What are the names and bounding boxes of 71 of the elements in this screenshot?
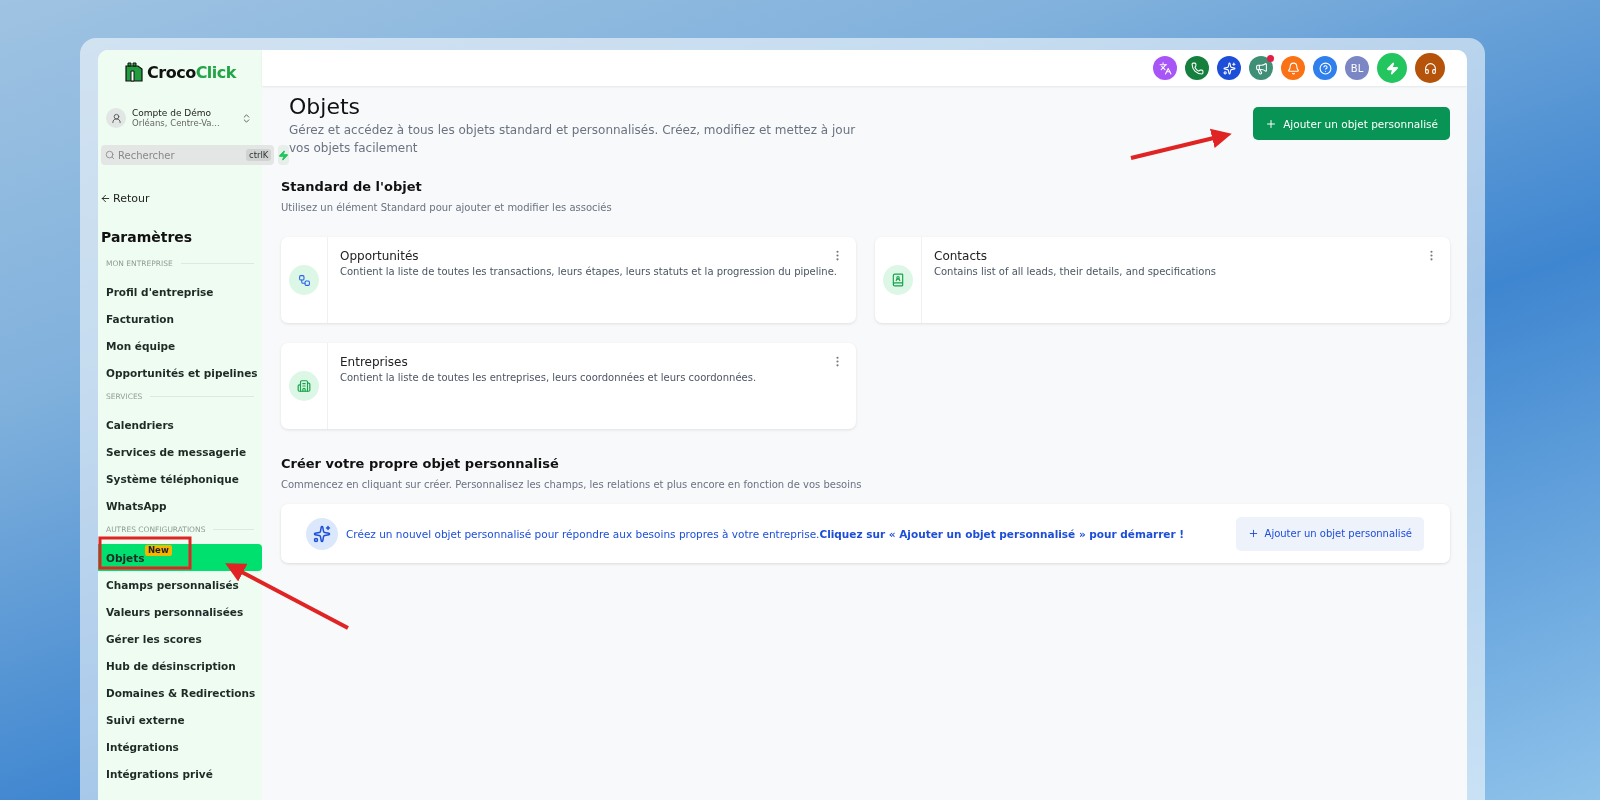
nodes-icon (297, 273, 311, 287)
section-title: Standard de l'objet (281, 179, 423, 194)
card-description: Contains list of all leads, their details, and specifications (934, 266, 1217, 277)
sidebar-item[interactable]: Intégrations (98, 733, 262, 760)
toolbar-button[interactable] (1249, 56, 1273, 80)
back-link[interactable]: Retour (100, 192, 262, 205)
sidebar-item[interactable]: WhatsApp (98, 492, 262, 519)
sidebar-item[interactable]: Objets New (98, 544, 262, 571)
sidebar-item[interactable]: Intégrations privé (98, 760, 262, 787)
object-card[interactable]: Opportunités Contient la liste de toutes les transactions, leurs étapes, leurs statuts et la progression du pipeline. (281, 237, 856, 323)
sidebar-item[interactable]: Champs personnalisés (98, 571, 262, 598)
bell-icon (1286, 61, 1300, 75)
account-location: Orléans, Centre-Va... (132, 118, 221, 128)
section-subtitle: Commencez en cliquant sur créer. Personnalisez les champs, les relations et plus encore en fonction de vos besoins (281, 479, 863, 490)
search-input[interactable]: Rechercher (118, 149, 243, 161)
sidebar-title: Paramètres (101, 229, 194, 245)
phone-icon (1190, 61, 1204, 75)
account-avatar (106, 108, 126, 128)
banner-text: Créez un nouvel objet personnalisé pour répondre aux besoins propres à votre entreprise.Cliquez sur « Ajouter un objet personnalisé » pour démarrer ! (346, 527, 1186, 540)
plus-icon (1247, 528, 1259, 539)
lightning-icon (1385, 61, 1399, 75)
building-icon (297, 379, 311, 393)
contact-book-icon (891, 273, 905, 287)
help-icon (1318, 61, 1332, 75)
add-object-button[interactable]: Ajouter un objet personnalisé (1235, 516, 1424, 551)
sidebar-item[interactable]: Suivi externe (98, 706, 262, 733)
section-subtitle: Utilisez un élément Standard pour ajouter et modifier les associés (281, 202, 613, 213)
sidebar-item[interactable]: Facturation (98, 305, 262, 332)
new-badge: New (145, 545, 172, 556)
object-card[interactable]: Contacts Contains list of all leads, their details, and specifications (875, 237, 1450, 323)
sparkle-icon (1222, 61, 1236, 75)
account-name: Compte de Démo (132, 108, 213, 118)
quick-action-button[interactable] (278, 145, 290, 165)
card-description: Contient la liste de toutes les entreprises, leurs coordonnées et leurs coordonnées. (340, 372, 758, 383)
card-title: Contacts (934, 249, 987, 263)
search-field[interactable]: Rechercher ctrlK (101, 145, 275, 165)
sidebar-item[interactable]: Gérer les scores (98, 625, 262, 652)
section-title: Créer votre propre objet personnalisé (281, 456, 560, 471)
sidebar-item[interactable]: Système téléphonique (98, 465, 262, 492)
card-title: Entreprises (340, 355, 408, 369)
add-object-button[interactable]: Ajouter un objet personnalisé (1253, 107, 1450, 140)
back-arrow-icon (100, 193, 111, 204)
search-icon (105, 150, 115, 160)
page-description: Gérez et accédez à tous les objets standard et personnalisés. Créez, modifiez et mettez à jour vos objets facilement (289, 122, 857, 157)
sidebar-item[interactable]: Calendriers (98, 411, 262, 438)
sidebar-item[interactable]: Mon équipe (98, 332, 262, 359)
sidebar-item[interactable]: Domaines & Redirections (98, 679, 262, 706)
headset-icon (1423, 61, 1437, 75)
plus-icon (1265, 117, 1278, 130)
brand-name: CrocoClick (147, 62, 236, 82)
toolbar-button[interactable] (1217, 56, 1241, 80)
sidebar-item[interactable]: Hub de désinscription (98, 652, 262, 679)
translate-icon (1158, 61, 1172, 75)
sparkle-icon (313, 524, 331, 543)
card-description: Contient la liste de toutes les transactions, leurs étapes, leurs statuts et la progression du pipeline. (340, 266, 838, 277)
card-title: Opportunités (340, 249, 419, 263)
toolbar-button[interactable] (1281, 56, 1305, 80)
object-card[interactable]: Entreprises Contient la liste de toutes les entreprises, leurs coordonnées et leurs coordonnées. (281, 343, 856, 429)
sidebar-item[interactable]: Opportunités et pipelines (98, 359, 262, 386)
shortcut-hint: ctrlK (246, 149, 272, 161)
toolbar-button[interactable] (1185, 56, 1209, 80)
toolbar-button[interactable] (1153, 56, 1177, 80)
sidebar-item[interactable]: Profil d'entreprise (98, 278, 262, 305)
chevrons-icon[interactable] (241, 112, 252, 124)
sidebar-item[interactable]: Services de messagerie (98, 438, 262, 465)
sidebar-item[interactable]: Valeurs personnalisées (98, 598, 262, 625)
page-title: Objets (289, 94, 362, 119)
logo-icon (124, 61, 144, 83)
megaphone-icon (1254, 61, 1268, 75)
toolbar-button[interactable] (1313, 56, 1337, 80)
toolbar-button[interactable] (1415, 53, 1445, 83)
